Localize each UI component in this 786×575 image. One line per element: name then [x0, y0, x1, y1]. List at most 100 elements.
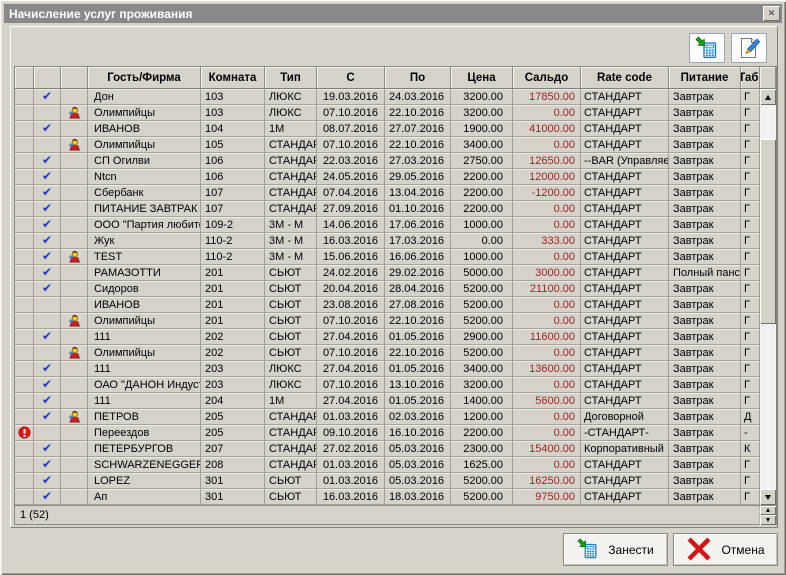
cell-room[interactable]: 201 [201, 265, 265, 281]
cell-tab[interactable]: Г [741, 281, 760, 297]
cell-meal[interactable]: Завтрак [669, 313, 741, 329]
cell-room[interactable]: 109-2 [201, 217, 265, 233]
cell-price[interactable]: 5200.00 [451, 313, 513, 329]
cell-price[interactable]: 2900.00 [451, 329, 513, 345]
cell-meal[interactable]: Завтрак [669, 409, 741, 425]
cell-price[interactable]: 2200.00 [451, 425, 513, 441]
cell-picon[interactable] [61, 361, 88, 377]
cell-picon[interactable] [61, 121, 88, 137]
cell-picon[interactable] [61, 217, 88, 233]
cell-tab[interactable]: Г [741, 393, 760, 409]
cell-balance[interactable]: 0.00 [513, 297, 581, 313]
cell-meal[interactable]: Завтрак [669, 345, 741, 361]
cell-balance[interactable]: 12650.00 [513, 153, 581, 169]
cell-flag[interactable] [15, 457, 34, 473]
cell-check[interactable] [34, 345, 61, 361]
cell-check[interactable]: ✔ [34, 233, 61, 249]
cell-flag[interactable] [15, 425, 34, 441]
table-row[interactable]: ✔Ntcn106СТАНДАРТ24.05.201629.05.20162200… [15, 169, 760, 185]
cell-check[interactable]: ✔ [34, 377, 61, 393]
cell-from[interactable]: 27.04.2016 [317, 329, 385, 345]
cell-picon[interactable] [61, 425, 88, 441]
table-row[interactable]: ✔TEST110-23М - М15.06.201616.06.20161000… [15, 249, 760, 265]
cell-balance[interactable]: 0.00 [513, 457, 581, 473]
cell-balance[interactable]: -1200.00 [513, 185, 581, 201]
cell-guest[interactable]: LOPEZ [88, 473, 201, 489]
cell-type[interactable]: СТАНДАРТ [265, 457, 317, 473]
cell-price[interactable]: 3200.00 [451, 105, 513, 121]
cell-price[interactable]: 2200.00 [451, 169, 513, 185]
cell-room[interactable]: 202 [201, 329, 265, 345]
cell-type[interactable]: СТАНДАРТ [265, 137, 317, 153]
cell-price[interactable]: 2300.00 [451, 441, 513, 457]
cell-to[interactable]: 16.06.2016 [385, 249, 451, 265]
cell-check[interactable]: ✔ [34, 121, 61, 137]
cell-check[interactable]: ✔ [34, 153, 61, 169]
cell-picon[interactable] [61, 281, 88, 297]
cell-picon[interactable] [61, 457, 88, 473]
cell-tab[interactable]: Г [741, 249, 760, 265]
cell-meal[interactable]: Завтрак [669, 121, 741, 137]
cell-balance[interactable]: 3000.00 [513, 265, 581, 281]
cell-guest[interactable]: Олимпийцы [88, 105, 201, 121]
cell-balance[interactable]: 0.00 [513, 217, 581, 233]
cell-from[interactable]: 15.06.2016 [317, 249, 385, 265]
cell-price[interactable]: 5000.00 [451, 265, 513, 281]
cell-price[interactable]: 5200.00 [451, 345, 513, 361]
cell-balance[interactable]: 5600.00 [513, 393, 581, 409]
cell-rate[interactable]: СТАНДАРТ [581, 281, 669, 297]
cell-from[interactable]: 27.02.2016 [317, 441, 385, 457]
cell-rate[interactable]: СТАНДАРТ [581, 265, 669, 281]
cell-meal[interactable]: Завтрак [669, 153, 741, 169]
cell-picon[interactable] [61, 169, 88, 185]
cell-tab[interactable]: Г [741, 89, 760, 105]
cell-price[interactable]: 3400.00 [451, 361, 513, 377]
table-row[interactable]: ✔ПЕТЕРБУРГОВ207СТАНДАРТ27.02.201605.03.2… [15, 441, 760, 457]
cell-flag[interactable] [15, 313, 34, 329]
cell-price[interactable]: 0.00 [451, 233, 513, 249]
cell-guest[interactable]: Олимпийцы [88, 313, 201, 329]
cell-rate[interactable]: Договорной [581, 409, 669, 425]
cell-to[interactable]: 17.06.2016 [385, 217, 451, 233]
cell-room[interactable]: 201 [201, 281, 265, 297]
cell-tab[interactable]: Г [741, 457, 760, 473]
cell-room[interactable]: 103 [201, 105, 265, 121]
cell-from[interactable]: 08.07.2016 [317, 121, 385, 137]
cell-from[interactable]: 20.04.2016 [317, 281, 385, 297]
cell-room[interactable]: 106 [201, 153, 265, 169]
cell-flag[interactable] [15, 361, 34, 377]
cell-rate[interactable]: СТАНДАРТ [581, 121, 669, 137]
post-charges-toolbar-button[interactable] [689, 33, 725, 63]
cell-to[interactable]: 22.10.2016 [385, 105, 451, 121]
cell-type[interactable]: ЛЮКС [265, 361, 317, 377]
cell-tab[interactable]: - [741, 425, 760, 441]
cell-from[interactable]: 07.10.2016 [317, 313, 385, 329]
cell-rate[interactable]: Корпоративный [581, 441, 669, 457]
cell-check[interactable] [34, 313, 61, 329]
cell-guest[interactable]: Дон [88, 89, 201, 105]
cell-flag[interactable] [15, 137, 34, 153]
cell-flag[interactable] [15, 121, 34, 137]
cell-rate[interactable]: СТАНДАРТ [581, 297, 669, 313]
scrollbar-thumb[interactable] [760, 139, 776, 324]
cell-balance[interactable]: 0.00 [513, 313, 581, 329]
cell-guest[interactable]: ПИТАНИЕ ЗАВТРАК [88, 201, 201, 217]
cell-check[interactable]: ✔ [34, 329, 61, 345]
cell-room[interactable]: 202 [201, 345, 265, 361]
spin-down-button[interactable] [760, 515, 776, 525]
cell-room[interactable]: 203 [201, 377, 265, 393]
cell-picon[interactable] [61, 105, 88, 121]
cell-meal[interactable]: Завтрак [669, 137, 741, 153]
cell-type[interactable]: ЛЮКС [265, 89, 317, 105]
table-row[interactable]: Олимпийцы201СЬЮТ07.10.201622.10.20165200… [15, 313, 760, 329]
cell-guest[interactable]: TEST [88, 249, 201, 265]
cell-to[interactable]: 01.05.2016 [385, 361, 451, 377]
cell-to[interactable]: 27.03.2016 [385, 153, 451, 169]
cell-check[interactable]: ✔ [34, 361, 61, 377]
cell-flag[interactable] [15, 345, 34, 361]
table-row[interactable]: ✔ИВАНОВ1041М08.07.201627.07.20161900.004… [15, 121, 760, 137]
cell-balance[interactable]: 21100.00 [513, 281, 581, 297]
cell-price[interactable]: 1625.00 [451, 457, 513, 473]
cell-guest[interactable]: ИВАНОВ [88, 297, 201, 313]
table-row[interactable]: ✔Сбербанк107СТАНДАРТ07.04.201613.04.2016… [15, 185, 760, 201]
